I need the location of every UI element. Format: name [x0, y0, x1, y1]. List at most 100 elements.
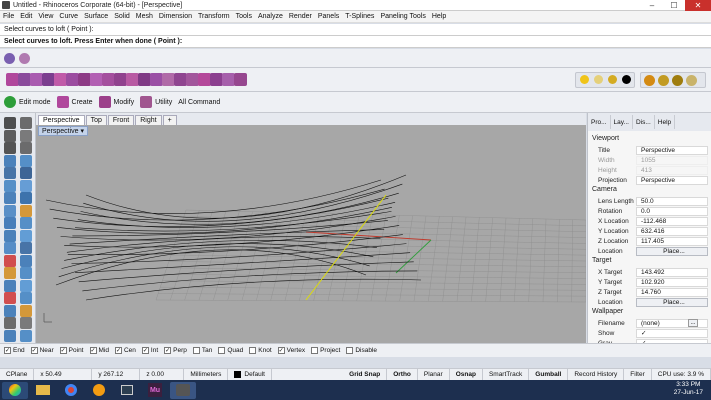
- osnap-checkbox[interactable]: ✓: [89, 347, 97, 354]
- cylinder-icon[interactable]: [4, 229, 16, 242]
- osnap-checkbox[interactable]: [249, 347, 257, 354]
- modify-button[interactable]: Modify: [98, 96, 134, 108]
- layer-indicator[interactable]: Default: [228, 368, 272, 381]
- gumball-toggle[interactable]: Gumball: [529, 368, 569, 381]
- menu-help[interactable]: Help: [429, 13, 449, 20]
- trim-icon[interactable]: [4, 292, 16, 304]
- osnap-int[interactable]: ✓ Int: [141, 347, 158, 354]
- boolean-union-icon[interactable]: [4, 242, 16, 254]
- prop-value[interactable]: -112.468: [636, 216, 708, 226]
- osnap-checkbox[interactable]: [218, 347, 226, 354]
- maximize-button[interactable]: ☐: [663, 0, 685, 11]
- menu-file[interactable]: File: [0, 13, 17, 20]
- polygon-icon[interactable]: [20, 167, 32, 179]
- menu-view[interactable]: View: [35, 13, 56, 20]
- osnap-knot[interactable]: Knot: [249, 347, 272, 354]
- browse-wallpaper-button[interactable]: ...: [688, 319, 698, 327]
- smarttrack-toggle[interactable]: SmartTrack: [483, 368, 530, 381]
- arc-icon[interactable]: [20, 142, 32, 154]
- curve-icon[interactable]: [4, 142, 16, 154]
- ortho-toggle[interactable]: Ortho: [387, 368, 418, 381]
- join-icon[interactable]: [4, 304, 16, 317]
- loft-curve[interactable]: [53, 197, 389, 227]
- explode-icon[interactable]: [20, 304, 32, 317]
- osnap-checkbox[interactable]: ✓: [164, 347, 172, 354]
- mesh-icon[interactable]: [20, 229, 32, 242]
- tab-front[interactable]: Front: [107, 115, 135, 125]
- select-arrow-icon[interactable]: [4, 117, 16, 129]
- grid-snap-toggle[interactable]: Grid Snap: [343, 368, 388, 381]
- point-icon[interactable]: [20, 117, 32, 129]
- osnap-checkbox[interactable]: ✓: [30, 347, 38, 354]
- taskbar-rhino[interactable]: [170, 381, 196, 399]
- sun-icon[interactable]: [580, 75, 589, 84]
- osnap-tan[interactable]: Tan: [192, 347, 212, 354]
- taskbar-explorer[interactable]: [30, 382, 56, 399]
- prop-value[interactable]: ✓: [636, 328, 708, 338]
- utility-button[interactable]: Utility: [140, 96, 172, 108]
- tab-perspective[interactable]: Perspective: [38, 115, 85, 125]
- loft-icon[interactable]: [4, 204, 16, 217]
- polyline-icon[interactable]: [20, 129, 32, 142]
- osnap-checkbox[interactable]: ✓: [114, 347, 122, 354]
- offset-icon[interactable]: [20, 179, 32, 192]
- menu-mesh[interactable]: Mesh: [133, 13, 156, 20]
- menu-edit[interactable]: Edit: [17, 13, 35, 20]
- menu-curve[interactable]: Curve: [56, 13, 81, 20]
- sweep-icon[interactable]: [20, 204, 32, 217]
- osnap-end[interactable]: ✓ End: [4, 347, 25, 354]
- osnap-checkbox[interactable]: [192, 347, 200, 354]
- mirror-icon[interactable]: [4, 279, 16, 292]
- loft-curve[interactable]: [83, 183, 403, 222]
- dimension-icon[interactable]: [4, 317, 16, 329]
- render-icon[interactable]: [20, 329, 32, 342]
- osnap-vertex[interactable]: ✓ Vertex: [277, 347, 305, 354]
- loft-curve[interactable]: [85, 174, 407, 219]
- tab-layers[interactable]: Lay...: [611, 115, 633, 129]
- prop-value[interactable]: 143.492: [636, 267, 708, 277]
- analyze-icon[interactable]: [4, 329, 16, 342]
- osnap-checkbox[interactable]: [311, 347, 319, 354]
- loft-curve[interactable]: [75, 211, 392, 232]
- prop-value[interactable]: 102.920: [636, 277, 708, 287]
- plugin-v-icon[interactable]: [658, 75, 669, 86]
- cplane-indicator[interactable]: CPlane: [0, 368, 35, 381]
- fillet-curve-icon[interactable]: [4, 179, 16, 192]
- record-history-toggle[interactable]: Record History: [568, 368, 625, 381]
- render-icon[interactable]: [608, 75, 617, 84]
- osnap-checkbox[interactable]: ✓: [277, 347, 285, 354]
- menu-t-splines[interactable]: T-Splines: [342, 13, 377, 20]
- tab-top[interactable]: Top: [85, 115, 107, 125]
- menu-panels[interactable]: Panels: [315, 13, 342, 20]
- create-button[interactable]: Create: [56, 96, 93, 108]
- loft-curve[interactable]: [85, 278, 422, 301]
- text-icon[interactable]: [20, 317, 32, 329]
- planar-toggle[interactable]: Planar: [418, 368, 450, 381]
- place-button[interactable]: Place...: [636, 297, 708, 307]
- menu-transform[interactable]: Transform: [195, 13, 233, 20]
- prop-value[interactable]: 0.0: [636, 206, 708, 216]
- osnap-mid[interactable]: ✓ Mid: [89, 347, 109, 354]
- all-command-button[interactable]: All Command: [178, 99, 220, 106]
- tab-help[interactable]: Help: [655, 115, 676, 129]
- scale-icon[interactable]: [20, 267, 32, 279]
- menu-tools[interactable]: Tools: [233, 13, 255, 20]
- sphere-icon[interactable]: [20, 217, 32, 229]
- command-prompt[interactable]: Select curves to loft. Press Enter when …: [0, 36, 711, 48]
- menu-render[interactable]: Render: [286, 13, 315, 20]
- place-button[interactable]: Place...: [636, 246, 708, 256]
- cylinder-icon[interactable]: [19, 52, 30, 64]
- start-button[interactable]: [2, 381, 28, 399]
- prop-value[interactable]: Perspective: [636, 175, 708, 185]
- move-icon[interactable]: [4, 254, 16, 267]
- plugin-m-icon[interactable]: [644, 75, 655, 86]
- menu-solid[interactable]: Solid: [111, 13, 133, 20]
- viewport-label[interactable]: Perspective ▾: [38, 126, 89, 136]
- filter-button[interactable]: Filter: [624, 368, 652, 381]
- explode-icon[interactable]: [234, 73, 247, 86]
- perspective-viewport[interactable]: Perspective ▾: [36, 125, 586, 343]
- osnap-project[interactable]: Project: [311, 347, 340, 354]
- rotate-icon[interactable]: [4, 267, 16, 279]
- line-icon[interactable]: [4, 129, 16, 142]
- prop-value[interactable]: Perspective: [636, 145, 708, 155]
